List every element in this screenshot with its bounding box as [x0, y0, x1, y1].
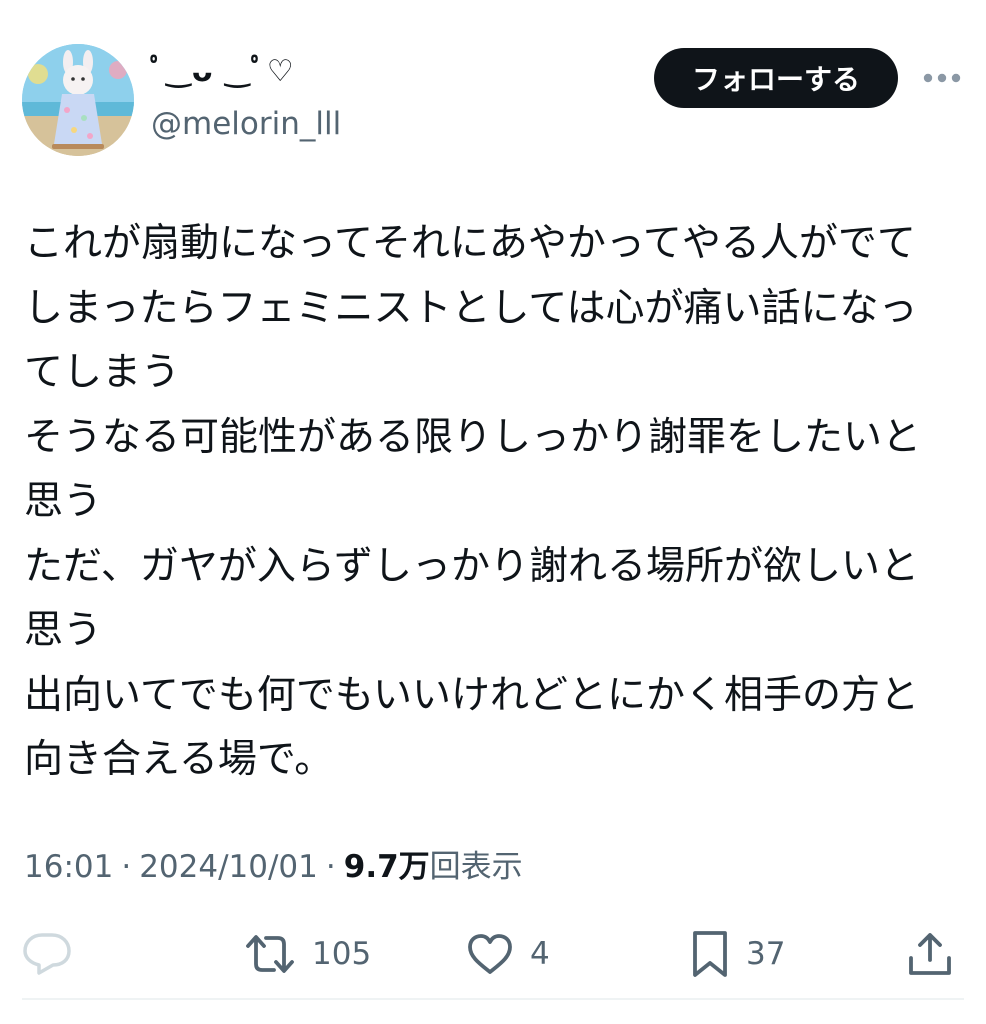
tweet-meta: 16:01 · 2024/10/01 · 9.7万回表示: [24, 845, 523, 889]
share-icon: [909, 933, 951, 975]
bookmark-count: 37: [746, 936, 786, 972]
action-bar: 105 4 37: [0, 922, 986, 986]
bookmark-icon: [693, 931, 727, 977]
avatar[interactable]: [22, 44, 134, 156]
reply-button[interactable]: [22, 922, 88, 986]
share-button[interactable]: [906, 922, 954, 986]
reply-icon: [23, 933, 71, 975]
meta-separator: ·: [121, 849, 132, 885]
meta-separator: ·: [325, 849, 336, 885]
views-count: 9.7万: [343, 849, 430, 885]
bookmark-button[interactable]: 37: [690, 922, 785, 986]
retweet-icon: [246, 935, 294, 973]
display-name[interactable]: ﾟ‿ᴗ ‿ﾟ♡: [150, 52, 295, 92]
tweet-date[interactable]: 2024/10/01: [139, 849, 318, 885]
user-handle[interactable]: @melorin_lll: [151, 104, 341, 144]
divider: [22, 998, 964, 1000]
tweet-time[interactable]: 16:01: [24, 849, 113, 885]
follow-button[interactable]: フォローする: [654, 48, 898, 108]
retweet-button[interactable]: 105: [244, 922, 371, 986]
more-dots-icon: [923, 73, 961, 83]
like-button[interactable]: 4: [466, 922, 550, 986]
views-label: 回表示: [429, 849, 523, 885]
tweet-card: ﾟ‿ᴗ ‿ﾟ♡ @melorin_lll フォローする これが扇動になってそれに…: [0, 0, 986, 1024]
like-count: 4: [530, 936, 550, 972]
retweet-count: 105: [312, 936, 372, 972]
tweet-text: これが扇動になってそれにあやかってやる人がでてしまったらフェミニストとしては心が…: [24, 221, 922, 782]
more-button[interactable]: [920, 60, 964, 96]
avatar-rabbit-figure-icon: [22, 44, 134, 156]
heart-icon: [468, 934, 512, 974]
